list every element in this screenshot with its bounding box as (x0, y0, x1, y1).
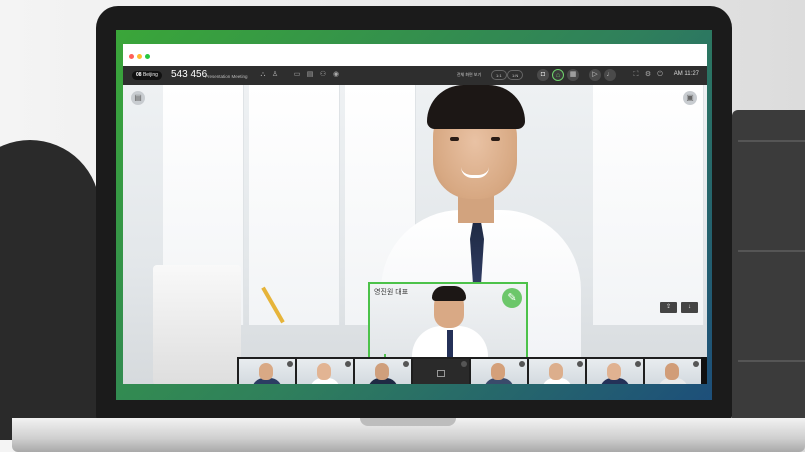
meeting-app-window: 08 Beijing 543 456 Presentation Meeting … (123, 44, 707, 384)
participant-tile[interactable] (413, 359, 469, 384)
participant-face (259, 363, 273, 380)
window-close-dot[interactable] (129, 54, 134, 59)
settings-icon[interactable]: ⚙ (644, 71, 652, 79)
clock: AM 11:27 (673, 71, 699, 77)
participant-tile[interactable] (297, 359, 353, 384)
participant-face (549, 363, 563, 380)
fullscreen-icon[interactable]: ⛶ (632, 71, 640, 79)
laptop-notch (360, 418, 456, 426)
meeting-toolbar: 08 Beijing 543 456 Presentation Meeting … (123, 66, 707, 85)
view-1toN-toggle[interactable]: 1:N (507, 70, 524, 80)
strip-next-arrow[interactable]: › (701, 357, 707, 384)
participant-face (375, 363, 389, 380)
center-label: 전체 화면 보기 (456, 72, 482, 77)
gift-icon[interactable]: ⌂ (552, 69, 564, 81)
view-1to1-toggle[interactable]: 1:1 (491, 70, 507, 80)
participant-tile[interactable] (645, 359, 701, 384)
background-laptop (153, 265, 241, 384)
participant-badge-icon (635, 361, 641, 367)
presenter-hair (427, 85, 525, 129)
download-icon[interactable]: ↓ (681, 302, 698, 313)
layout-icon[interactable]: ▣ (683, 91, 697, 105)
pip-hair (432, 286, 466, 301)
participant-strip: › 이지은 (237, 357, 707, 384)
pinned-participant-name: 영진원 대표 (374, 289, 409, 296)
participant-badge-icon (577, 361, 583, 367)
location-code: 08 (136, 72, 142, 78)
group-icon[interactable]: ⚇ (319, 71, 327, 79)
participant-tile[interactable] (471, 359, 527, 384)
participant-badge-icon (403, 361, 409, 367)
share-icon[interactable]: ⛬ (259, 71, 267, 79)
participant-tile[interactable] (587, 359, 643, 384)
decorative-shape (0, 140, 100, 440)
participant-tile[interactable] (239, 359, 295, 384)
exit-icon[interactable]: ⏻ (656, 71, 664, 79)
meeting-type: Presentation Meeting (205, 74, 248, 79)
participant-face (491, 363, 505, 380)
camera-icon[interactable]: ◘ (537, 69, 549, 81)
participant-face (607, 363, 621, 380)
layout-icon[interactable]: ▦ (567, 69, 579, 81)
meeting-id: 543 456 (171, 69, 208, 80)
location-city: Beijing (142, 72, 158, 78)
participant-tile[interactable] (355, 359, 411, 384)
side-cabinet (732, 110, 805, 440)
video-icon[interactable]: ▷ (589, 69, 601, 81)
participant-badge-icon (345, 361, 351, 367)
laptop-icon[interactable]: ▭ (293, 71, 301, 79)
participant-face (317, 363, 331, 380)
window-titlebar (123, 44, 707, 66)
presenter-eye (450, 137, 459, 141)
participant-badge-icon (287, 361, 293, 367)
participant-badge-icon (461, 361, 467, 367)
main-video[interactable]: ▤ ▣ ⇪ ↓ 영진원 대표 ✎ › 이지은 (123, 85, 707, 384)
chat-icon[interactable]: ▤ (131, 91, 145, 105)
background-window (593, 85, 704, 325)
screen-share-icon (437, 370, 445, 377)
participant-badge-icon (519, 361, 525, 367)
participant-badge-icon (693, 361, 699, 367)
record-icon[interactable]: ◉ (332, 71, 340, 79)
participant-face (665, 363, 679, 380)
location-chip: 08 Beijing (132, 71, 162, 80)
pin-icon[interactable]: ✎ (502, 288, 522, 308)
participant-tile[interactable] (529, 359, 585, 384)
document-icon[interactable]: ▤ (306, 71, 314, 79)
window-maximize-dot[interactable] (145, 54, 150, 59)
mic-icon[interactable]: ♩ (604, 69, 616, 81)
share-icon[interactable]: ⇪ (660, 302, 677, 313)
participants-icon[interactable]: ♙ (271, 71, 279, 79)
presenter-eye (491, 137, 500, 141)
window-minimize-dot[interactable] (137, 54, 142, 59)
